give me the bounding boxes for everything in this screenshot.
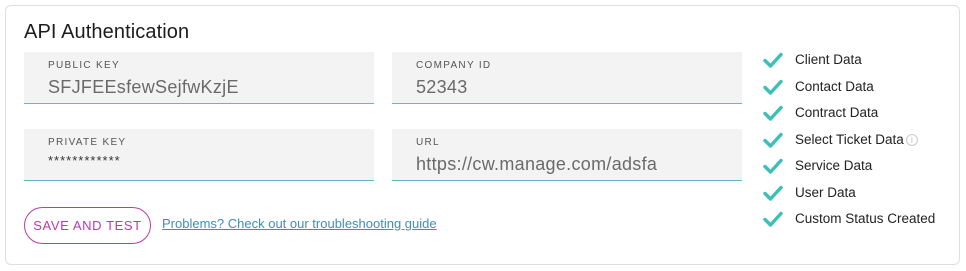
- check-item-label: User Data: [795, 184, 856, 200]
- check-item-label: Select Ticket Data: [795, 131, 904, 147]
- api-authentication-card: API Authentication PUBLIC KEY SFJFEEsfew…: [5, 5, 960, 265]
- check-icon: [763, 79, 783, 95]
- check-item-label: Contract Data: [795, 105, 879, 120]
- check-item-user-data: User Data: [763, 183, 959, 203]
- url-field[interactable]: URL https://cw.manage.com/adsfa: [392, 129, 742, 181]
- troubleshooting-guide-link[interactable]: Problems? Check out our troubleshooting …: [162, 216, 437, 231]
- public-key-field[interactable]: PUBLIC KEY SFJFEEsfewSejfwKzjE: [24, 52, 374, 104]
- save-and-test-button[interactable]: SAVE AND TEST: [24, 207, 151, 244]
- company-id-label: COMPANY ID: [416, 60, 492, 71]
- private-key-label: PRIVATE KEY: [48, 137, 127, 148]
- private-key-input[interactable]: ************: [48, 153, 358, 168]
- check-item-label-wrap: Select Ticket Data i: [795, 132, 918, 147]
- url-label: URL: [416, 137, 440, 148]
- check-icon: [763, 132, 783, 148]
- check-item-client-data: Client Data: [763, 50, 959, 70]
- check-icon: [763, 52, 783, 68]
- url-input[interactable]: https://cw.manage.com/adsfa: [416, 154, 726, 175]
- check-icon: [763, 185, 783, 201]
- private-key-field[interactable]: PRIVATE KEY ************: [24, 129, 374, 181]
- check-item-service-data: Service Data: [763, 156, 959, 176]
- check-item-label: Client Data: [795, 52, 862, 67]
- check-item-select-ticket-data: Select Ticket Data i: [763, 130, 959, 150]
- public-key-input[interactable]: SFJFEEsfewSejfwKzjE: [48, 77, 358, 98]
- info-icon[interactable]: i: [905, 133, 918, 146]
- check-item-contract-data: Contract Data: [763, 103, 959, 123]
- check-item-label: Custom Status Created: [795, 211, 936, 226]
- check-item-label: Contact Data: [795, 78, 874, 94]
- check-icon: [763, 211, 783, 227]
- check-icon: [763, 158, 783, 174]
- check-item-custom-status-created: Custom Status Created: [763, 209, 959, 229]
- card-title: API Authentication: [24, 21, 190, 43]
- company-id-field[interactable]: COMPANY ID 52343: [392, 52, 742, 104]
- check-icon: [763, 105, 783, 121]
- check-item-contact-data: Contact Data: [763, 77, 959, 97]
- check-item-label: Service Data: [795, 158, 873, 173]
- company-id-input[interactable]: 52343: [416, 77, 726, 98]
- public-key-label: PUBLIC KEY: [48, 60, 120, 71]
